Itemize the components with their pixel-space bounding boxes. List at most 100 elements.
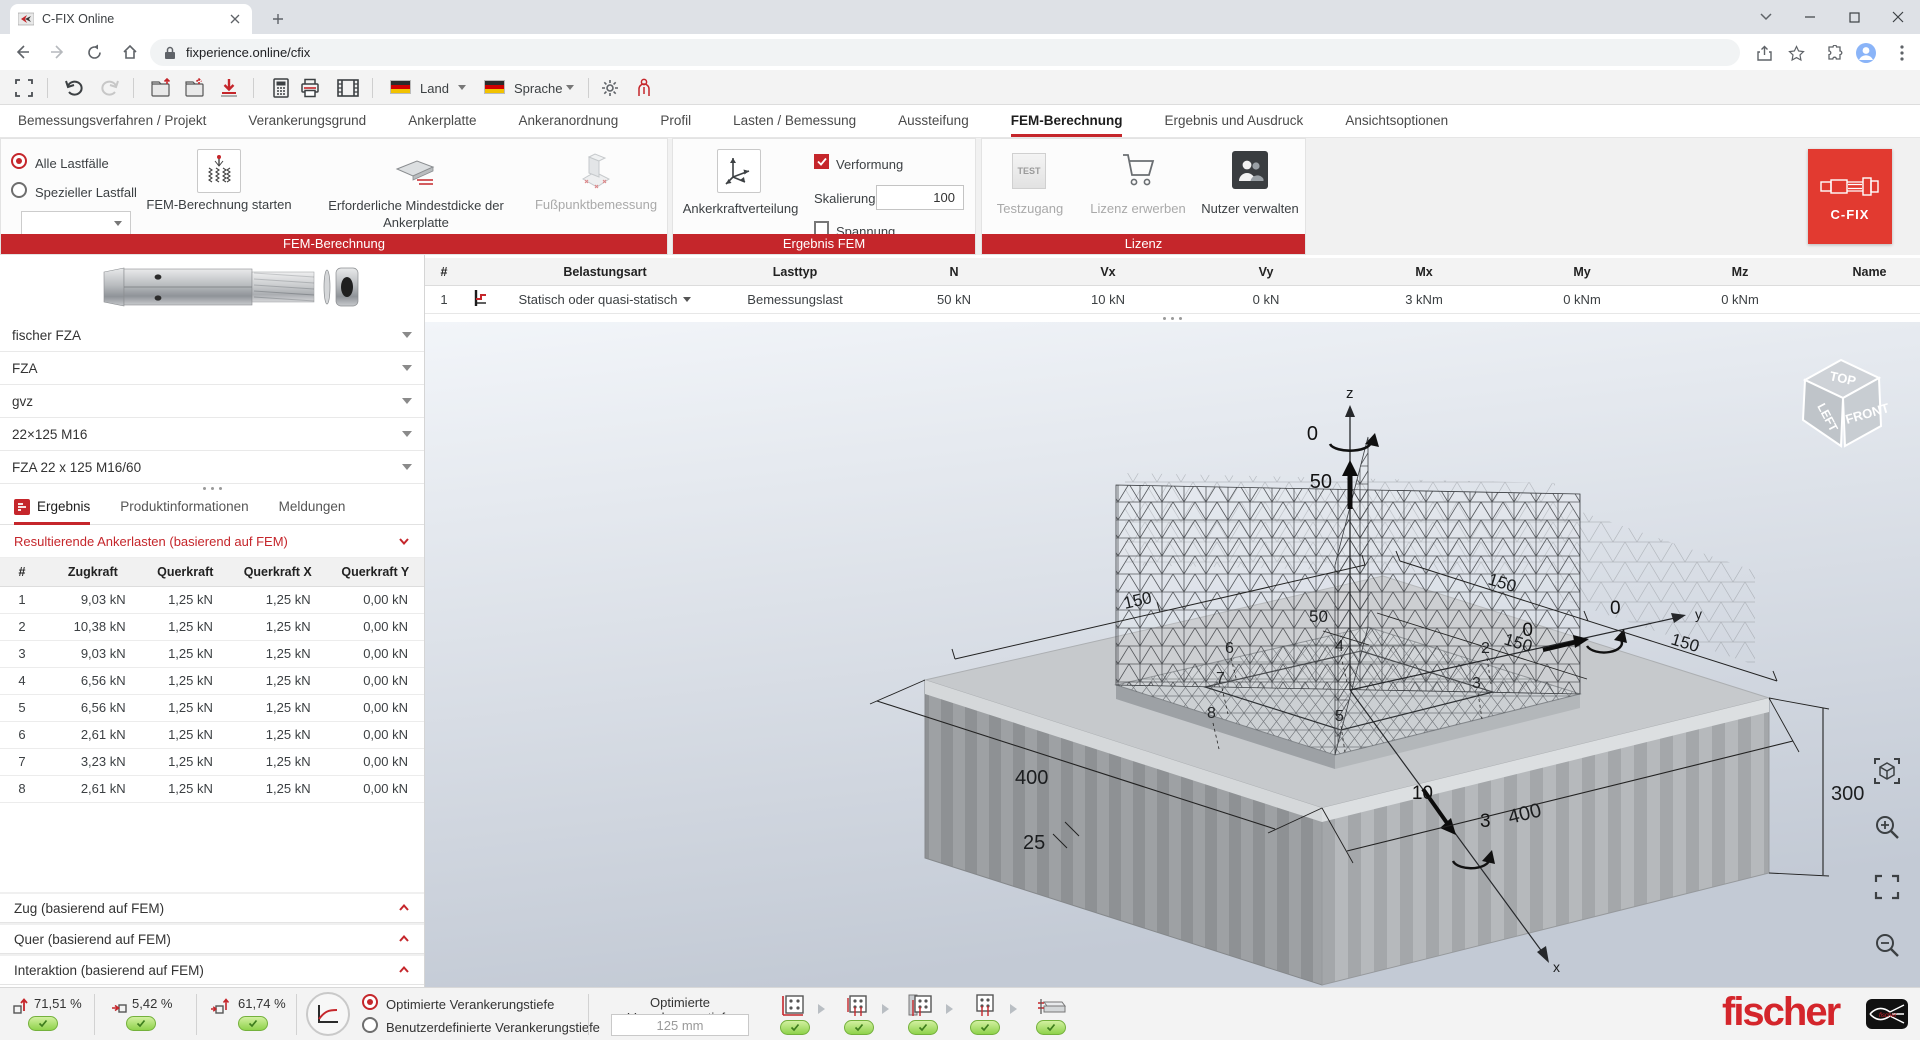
- profile-check-icon: [1036, 994, 1066, 1019]
- open-project-icon[interactable]: [184, 76, 208, 100]
- tab-ergebnis-ausdruck[interactable]: Ergebnis und Ausdruck: [1164, 105, 1303, 137]
- min-thickness-label[interactable]: Erforderliche Mindestdicke der Ankerplat…: [321, 197, 511, 231]
- tab-ansichtsoptionen[interactable]: Ansichtsoptionen: [1345, 105, 1448, 137]
- section-zug[interactable]: Zug (basierend auf FEM): [0, 892, 424, 923]
- radio-alle-lastfaelle[interactable]: [11, 153, 27, 172]
- close-window-button[interactable]: [1876, 0, 1920, 34]
- select-coating[interactable]: gvz: [0, 385, 424, 418]
- radio-benutzerdefinierte-tiefe[interactable]: [362, 1017, 378, 1036]
- tab-close-icon[interactable]: [226, 10, 244, 28]
- section-resultierende-ankerlasten[interactable]: Resultierende Ankerlasten (basierend auf…: [0, 525, 424, 558]
- lastfall-select[interactable]: [21, 211, 131, 235]
- viewport-3d[interactable]: z 0 50 y 0 0 x 10 3: [425, 322, 1920, 987]
- back-button[interactable]: [8, 38, 36, 66]
- tab-lasten-bemessung[interactable]: Lasten / Bemessung: [733, 105, 856, 137]
- radio-spezieller-lastfall[interactable]: [11, 182, 27, 201]
- tab-ankeranordnung[interactable]: Ankeranordnung: [518, 105, 618, 137]
- select-anchor-type[interactable]: FZA: [0, 352, 424, 385]
- settings-gear-icon[interactable]: [598, 76, 622, 100]
- minimize-button[interactable]: [1788, 0, 1832, 34]
- profile-avatar[interactable]: [1854, 41, 1878, 65]
- ribbon-group-ergebnis: Ankerkraftverteilung Verformung Skalieru…: [672, 138, 976, 255]
- table-resize-handle[interactable]: [425, 314, 1920, 322]
- address-bar[interactable]: fixperience.online/cfix: [150, 39, 1740, 66]
- fem-start-label[interactable]: FEM-Berechnung starten: [119, 197, 319, 212]
- fullscreen-view-icon[interactable]: [1872, 872, 1902, 902]
- zoom-in-icon[interactable]: [1872, 812, 1902, 842]
- zoom-out-icon[interactable]: [1872, 930, 1902, 960]
- fem-start-icon[interactable]: [197, 149, 241, 193]
- undo-icon[interactable]: [62, 76, 86, 100]
- lizenz-erwerben-label[interactable]: Lizenz erwerben: [1082, 201, 1194, 216]
- select-anchor-family[interactable]: fischer FZA: [0, 319, 424, 352]
- check-ok-icon: [126, 1016, 156, 1031]
- lizenz-erwerben-icon[interactable]: [1120, 151, 1156, 189]
- tab-aussteifung[interactable]: Aussteifung: [898, 105, 969, 137]
- land-caret-icon[interactable]: [458, 85, 466, 90]
- sprache-flag-icon: [484, 80, 505, 94]
- calculator-icon[interactable]: [269, 76, 293, 100]
- select-article[interactable]: FZA 22 x 125 M16/60: [0, 451, 424, 484]
- tension-utilization-value: 71,51 %: [34, 996, 82, 1011]
- tab-meldungen[interactable]: Meldungen: [279, 492, 346, 525]
- nutzer-verwalten-label[interactable]: Nutzer verwalten: [1194, 201, 1306, 216]
- chevron-up-icon: [398, 902, 410, 914]
- browser-menu-icon[interactable]: [1890, 41, 1914, 65]
- tab-search-icon[interactable]: [1744, 0, 1788, 34]
- check-ok-icon: [28, 1016, 58, 1031]
- min-thickness-icon[interactable]: [391, 155, 437, 189]
- belastungsart-select[interactable]: Statisch oder quasi-statisch: [499, 292, 711, 307]
- skalierung-input[interactable]: [876, 185, 964, 210]
- tab-profil[interactable]: Profil: [660, 105, 691, 137]
- select-anchor-type-value: FZA: [12, 361, 38, 376]
- dim-plate-left-400: 400: [1015, 767, 1048, 789]
- tab-produktinformationen[interactable]: Produktinformationen: [120, 492, 248, 525]
- extensions-icon[interactable]: [1822, 41, 1846, 65]
- select-size[interactable]: 22×125 M16: [0, 418, 424, 451]
- load-table-row[interactable]: 1 Statisch oder quasi-statisch Bemessung…: [425, 286, 1920, 314]
- share-icon[interactable]: [1752, 41, 1776, 65]
- print-icon[interactable]: [298, 76, 322, 100]
- land-label[interactable]: Land: [420, 81, 449, 96]
- user-info-icon[interactable]: [632, 76, 656, 100]
- bookmark-star-icon[interactable]: [1784, 41, 1808, 65]
- verformung-label: Verformung: [836, 157, 903, 172]
- tab-ergebnis[interactable]: Ergebnis: [14, 492, 90, 525]
- radio-optimierte-tiefe[interactable]: [362, 994, 378, 1013]
- section-quer[interactable]: Quer (basierend auf FEM): [0, 923, 424, 954]
- section-title: Resultierende Ankerlasten (basierend auf…: [14, 534, 288, 549]
- new-project-icon[interactable]: [150, 76, 174, 100]
- edge-check-icon-4: [972, 992, 998, 1021]
- video-icon[interactable]: [336, 76, 360, 100]
- new-tab-button[interactable]: [266, 7, 290, 31]
- tab-bemessungsverfahren[interactable]: Bemessungsverfahren / Projekt: [18, 105, 206, 137]
- section-interaktion[interactable]: Interaktion (basierend auf FEM): [0, 954, 424, 985]
- maximize-button[interactable]: [1832, 0, 1876, 34]
- tab-ankerplatte[interactable]: Ankerplatte: [408, 105, 476, 137]
- depth-input[interactable]: [611, 1014, 749, 1036]
- anchor-force-label[interactable]: Ankerkraftverteilung: [673, 201, 808, 216]
- fit-view-icon[interactable]: [1872, 756, 1902, 786]
- fischer-wordmark: fischer: [1722, 990, 1839, 1035]
- sprache-label[interactable]: Sprache: [514, 81, 562, 96]
- tab-verankerungsgrund[interactable]: Verankerungsgrund: [248, 105, 366, 137]
- load-displacement-icon[interactable]: [306, 992, 350, 1036]
- redo-icon[interactable]: [98, 76, 122, 100]
- chevron-down-icon: [398, 535, 410, 547]
- tab-fem-berechnung[interactable]: FEM-Berechnung: [1011, 105, 1123, 137]
- save-download-icon[interactable]: [217, 76, 241, 100]
- chevron-up-icon: [398, 964, 410, 976]
- anchor-loads-table: # Zugkraft Querkraft Querkraft X Querkra…: [0, 558, 424, 803]
- sprache-caret-icon[interactable]: [566, 85, 574, 90]
- fullscreen-icon[interactable]: [12, 76, 36, 100]
- check-ok-icon: [844, 1020, 874, 1035]
- forward-button[interactable]: [44, 38, 72, 66]
- browser-tab[interactable]: C-FIX Online: [10, 4, 252, 34]
- reload-button[interactable]: [80, 38, 108, 66]
- verformung-checkbox[interactable]: [814, 154, 829, 169]
- dim-height-300: 300: [1831, 783, 1864, 805]
- home-button[interactable]: [116, 38, 144, 66]
- anchor-force-icon[interactable]: [717, 149, 761, 193]
- nutzer-verwalten-icon[interactable]: [1232, 151, 1268, 189]
- col-querkraft-x: Querkraft X: [229, 558, 327, 586]
